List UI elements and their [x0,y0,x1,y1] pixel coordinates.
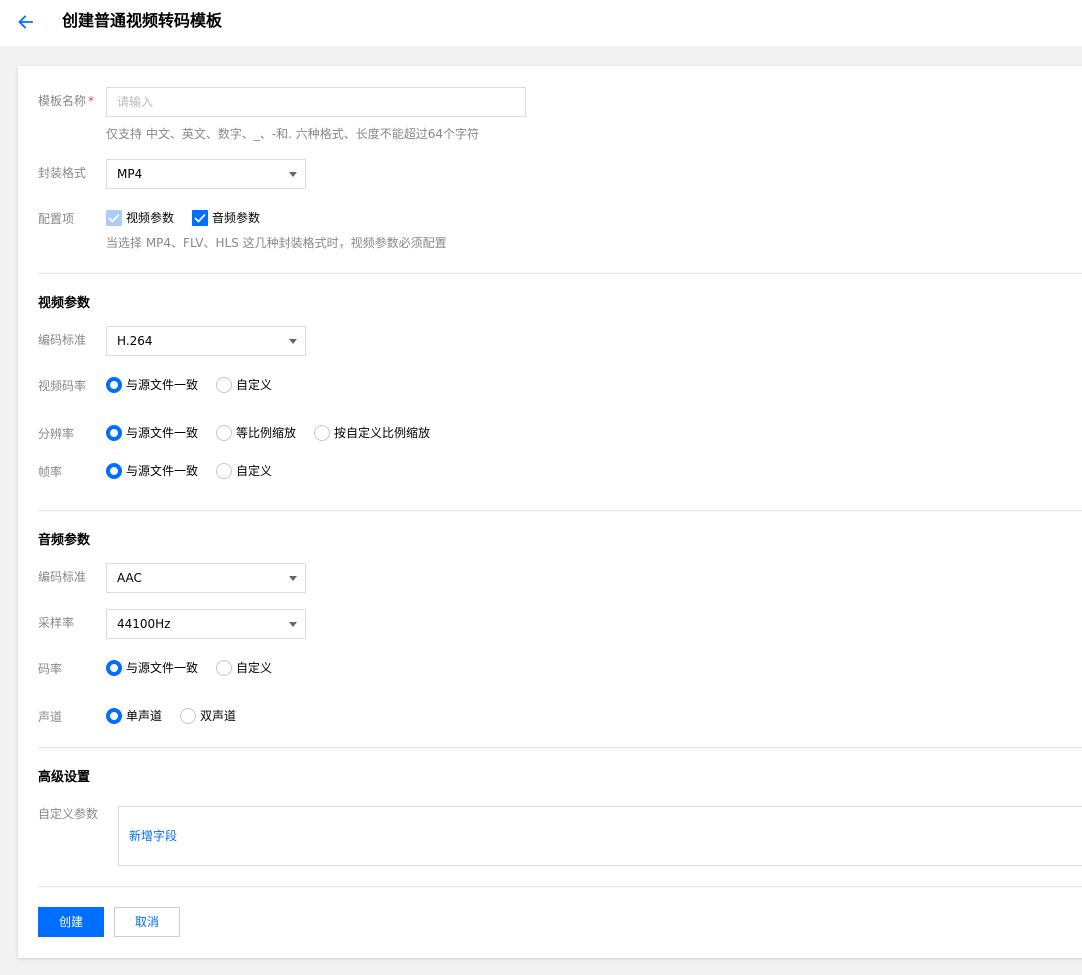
custom-params-label: 自定义参数 [38,807,99,821]
audio-bitrate-radio-source[interactable]: 与源文件一致 [106,660,198,676]
format-select[interactable]: MP4 [106,159,306,189]
radio-label: 自定义 [236,661,273,675]
template-name-hint: 仅支持 中文、英文、数字、_、-和. 六种格式、长度不能超过64个字符 [106,127,480,141]
radio-label: 按自定义比例缩放 [334,426,431,440]
radio-icon [216,425,232,441]
template-name-label-text: 模板名称 [38,94,87,108]
audio-codec-value: AAC [117,571,142,585]
radio-label: 与源文件一致 [126,378,199,392]
cancel-button[interactable]: 取消 [114,907,180,937]
format-select-value: MP4 [117,167,143,181]
audio-bitrate-label: 码率 [38,662,63,676]
required-mark: * [88,94,95,108]
divider [38,886,1082,887]
video-codec-value: H.264 [117,334,153,348]
channel-label: 声道 [38,710,63,724]
channel-radio-mono[interactable]: 单声道 [106,708,162,724]
radio-label: 单声道 [126,709,163,723]
radio-icon [216,660,232,676]
video-bitrate-radio-custom[interactable]: 自定义 [216,377,272,393]
chevron-down-icon [289,576,297,581]
audio-params-checkbox[interactable]: 音频参数 [192,210,260,226]
resolution-radio-proportional[interactable]: 等比例缩放 [216,425,296,441]
divider [38,747,1082,748]
radio-selected-icon [106,425,122,441]
samplerate-select[interactable]: 44100Hz [106,609,306,639]
framerate-radio-source[interactable]: 与源文件一致 [106,463,198,479]
resolution-label: 分辨率 [38,427,75,441]
resolution-radio-custom[interactable]: 按自定义比例缩放 [314,425,430,441]
radio-icon [180,708,196,724]
samplerate-value: 44100Hz [117,617,171,631]
radio-selected-icon [106,708,122,724]
radio-selected-icon [106,660,122,676]
radio-label: 双声道 [200,709,237,723]
video-bitrate-label: 视频码率 [38,379,87,393]
checkbox-checked-icon [192,210,208,226]
radio-label: 自定义 [236,378,273,392]
radio-label: 与源文件一致 [126,426,199,440]
radio-selected-icon [106,377,122,393]
divider [38,273,1082,274]
chevron-down-icon [289,622,297,627]
framerate-radio-custom[interactable]: 自定义 [216,463,272,479]
custom-params-box: 新增字段 [118,806,1082,866]
format-label: 封装格式 [38,166,87,180]
template-name-label: 模板名称 * [38,92,94,110]
radio-label: 与源文件一致 [126,661,199,675]
audio-codec-select[interactable]: AAC [106,563,306,593]
video-bitrate-radio-source[interactable]: 与源文件一致 [106,377,198,393]
resolution-radio-source[interactable]: 与源文件一致 [106,425,198,441]
create-button[interactable]: 创建 [38,907,104,937]
audio-codec-label: 编码标准 [38,570,87,584]
video-section-title: 视频参数 [38,296,91,311]
form-card: 模板名称* 仅支持 中文、英文、数字、_、-和. 六种格式、长度不能超过64个字… [18,66,1082,958]
audio-section-title: 音频参数 [38,533,91,548]
video-params-checkbox[interactable]: 视频参数 [106,210,174,226]
checkbox-label: 视频参数 [126,211,175,225]
radio-icon [216,463,232,479]
video-codec-label: 编码标准 [38,333,87,347]
template-name-input[interactable] [106,87,526,117]
audio-bitrate-radio-custom[interactable]: 自定义 [216,660,272,676]
top-bar: 创建普通视频转码模板 [0,0,1082,46]
config-hint: 当选择 MP4、FLV、HLS 这几种封装格式时，视频参数必须配置 [106,236,447,250]
video-codec-select[interactable]: H.264 [106,326,306,356]
divider [38,510,1082,511]
chevron-down-icon [289,339,297,344]
checkbox-checked-icon [106,210,122,226]
radio-icon [216,377,232,393]
back-arrow-icon[interactable] [16,12,36,32]
chevron-down-icon [289,172,297,177]
radio-label: 与源文件一致 [126,464,199,478]
radio-selected-icon [106,463,122,479]
channel-radio-stereo[interactable]: 双声道 [180,708,236,724]
radio-label: 自定义 [236,464,273,478]
samplerate-label: 采样率 [38,616,75,630]
config-label: 配置项 [38,212,75,226]
page-title: 创建普通视频转码模板 [62,11,223,30]
checkbox-label: 音频参数 [212,211,261,225]
advanced-section-title: 高级设置 [38,770,91,785]
radio-label: 等比例缩放 [236,426,297,440]
add-field-link[interactable]: 新增字段 [129,828,177,844]
radio-icon [314,425,330,441]
framerate-label: 帧率 [38,465,63,479]
